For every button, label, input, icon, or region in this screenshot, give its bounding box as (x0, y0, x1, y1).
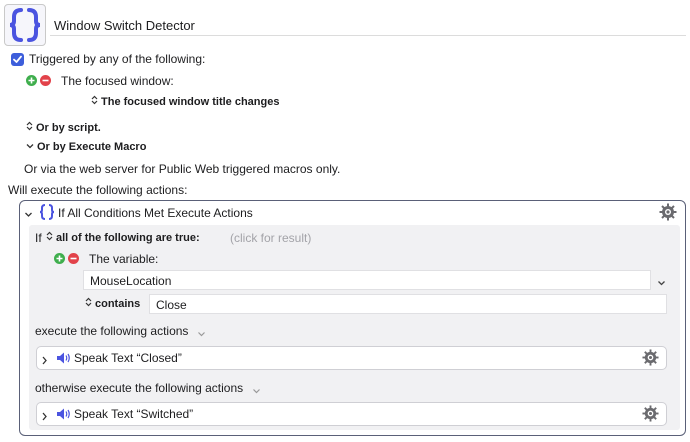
execute-macro-label: Or by Execute Macro (37, 141, 147, 153)
focused-window-condition-popup[interactable]: The focused window title changes (91, 95, 279, 108)
script-trigger-popup[interactable]: Or by script. (26, 121, 101, 134)
then-dropdown-chevron-icon[interactable] (197, 327, 206, 341)
focused-window-label: The focused window: (61, 74, 174, 88)
variable-name-field[interactable]: MouseLocation (83, 270, 651, 290)
condition-mode-popup[interactable]: all of the following are true: (46, 231, 200, 244)
if-action-title: If All Conditions Met Execute Actions (58, 206, 253, 220)
add-trigger-plus-icon[interactable] (26, 75, 37, 86)
gear-icon[interactable] (642, 349, 659, 369)
checkmark-icon (13, 55, 22, 63)
updown-arrows-icon (91, 95, 98, 108)
if-action-icon (39, 203, 55, 224)
speak-text-closed-label: Speak Text “Closed” (74, 351, 182, 365)
operator-popup[interactable]: contains (85, 297, 140, 310)
macro-group-icon (4, 4, 46, 46)
speak-text-switched-label: Speak Text “Switched” (74, 407, 194, 421)
chevron-down-icon (26, 141, 34, 153)
remove-trigger-minus-icon[interactable] (40, 75, 51, 86)
macro-name-field[interactable]: Window Switch Detector (50, 14, 686, 36)
operator-text: contains (95, 297, 141, 310)
variable-dropdown-chevron-icon[interactable] (657, 276, 666, 290)
gear-icon[interactable] (642, 405, 659, 425)
expand-chevron-right-icon[interactable] (41, 354, 48, 368)
focused-window-condition-text: The focused window title changes (101, 95, 280, 108)
remove-condition-minus-icon[interactable] (68, 253, 79, 264)
triggered-checkbox[interactable] (11, 53, 24, 66)
script-trigger-label: Or by script. (36, 121, 101, 134)
add-condition-plus-icon[interactable] (54, 253, 65, 264)
updown-arrows-icon (46, 231, 53, 244)
variable-label: The variable: (89, 252, 159, 266)
speaker-icon (56, 407, 73, 424)
else-dropdown-chevron-icon[interactable] (252, 384, 261, 398)
click-for-result-hint[interactable]: (click for result) (230, 231, 311, 245)
updown-arrows-icon (85, 297, 92, 310)
execute-macro-disclosure[interactable]: Or by Execute Macro (26, 141, 146, 153)
actions-header: Will execute the following actions: (8, 183, 188, 197)
condition-mode-text: all of the following are true: (56, 231, 200, 244)
expand-chevron-right-icon[interactable] (41, 410, 48, 424)
speaker-icon (56, 351, 73, 368)
if-label: If (35, 231, 42, 245)
collapse-chevron-icon[interactable] (24, 208, 33, 222)
else-actions-label: otherwise execute the following actions (35, 381, 244, 395)
then-actions-label: execute the following actions (35, 324, 189, 338)
web-server-label: Or via the web server for Public Web tri… (24, 162, 341, 176)
gear-icon[interactable] (659, 203, 677, 224)
triggered-label: Triggered by any of the following: (29, 52, 206, 66)
updown-arrows-icon (26, 121, 33, 134)
compare-value-field[interactable]: Close (149, 294, 667, 314)
